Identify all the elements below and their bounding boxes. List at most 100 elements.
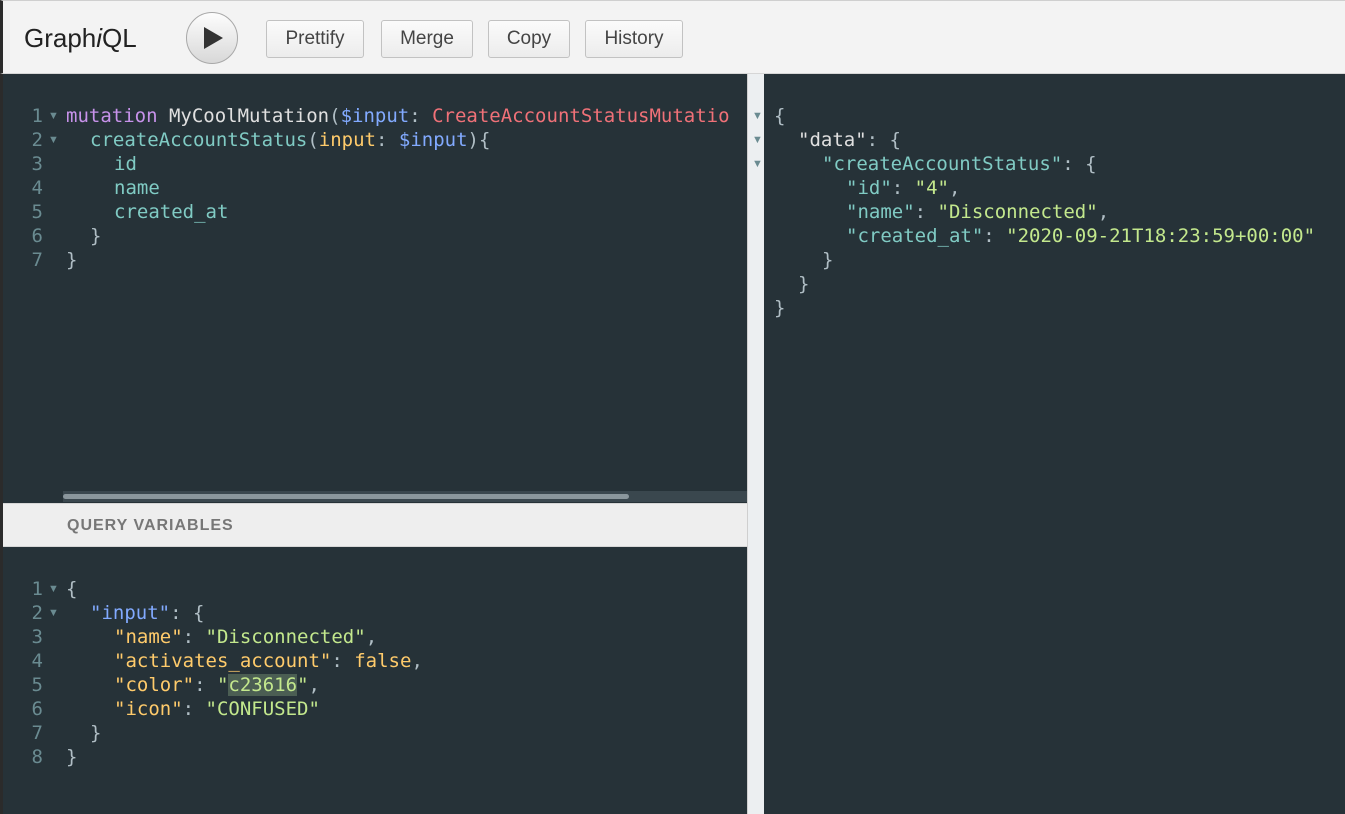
keyword: mutation <box>66 105 158 127</box>
punctuation: : <box>914 201 938 223</box>
pane-resize-handle[interactable]: ▼ ▼ ▼ <box>747 74 764 814</box>
variable: $input <box>398 129 468 151</box>
result-line: } <box>822 249 834 271</box>
line-number: 1 <box>31 105 43 127</box>
fold-arrow-icon[interactable]: ▼ <box>48 104 59 128</box>
punctuation: , <box>308 674 320 696</box>
history-button[interactable]: History <box>585 20 683 58</box>
punctuation: , <box>1097 201 1110 223</box>
punctuation: , <box>411 650 423 672</box>
fold-arrow-icon[interactable]: ▼ <box>48 577 59 601</box>
query-line: } <box>90 225 102 247</box>
punctuation: : <box>182 698 206 720</box>
line-number: 2 <box>31 602 43 624</box>
type-name: CreateAccountStatusMutatio <box>432 105 730 127</box>
punctuation: : { <box>866 129 901 151</box>
punctuation: : <box>983 225 1007 247</box>
fold-arrow-icon[interactable]: ▼ <box>48 601 59 625</box>
toolbar: GraphiQL Prettify Merge Copy History <box>0 0 1345 74</box>
punctuation: ( <box>329 105 341 127</box>
result-line: "data": { <box>798 128 901 152</box>
json-key: "color" <box>114 674 195 696</box>
scrollbar-thumb[interactable] <box>63 494 629 499</box>
punctuation: : <box>182 626 206 648</box>
result-pane: { "data": { "createAccountStatus": { "id… <box>764 74 1345 814</box>
json-key: "input" <box>90 602 171 624</box>
result-line: "createAccountStatus": { <box>822 152 1097 176</box>
result-line: } <box>774 297 786 319</box>
query-line: name <box>114 177 160 199</box>
selected-text: c23616 <box>228 674 298 696</box>
line-number: 3 <box>31 153 43 175</box>
json-key: "id" <box>846 177 892 199</box>
line-number: 6 <box>31 698 43 720</box>
horizontal-scrollbar[interactable] <box>63 491 747 502</box>
prettify-button[interactable]: Prettify <box>266 20 364 58</box>
variables-line: "activates_account": false, <box>114 649 423 673</box>
punctuation: : <box>376 129 399 151</box>
punctuation: ){ <box>467 129 491 151</box>
title-part: QL <box>102 23 137 53</box>
punctuation: : <box>409 105 433 127</box>
result-line: "created_at": "2020-09-21T18:23:59+00:00… <box>846 224 1315 248</box>
line-number: 6 <box>31 225 43 247</box>
copy-button[interactable]: Copy <box>488 20 570 58</box>
line-number: 5 <box>31 201 43 223</box>
line-number: 8 <box>31 746 43 768</box>
json-key: "name" <box>846 201 915 223</box>
line-number: 1 <box>31 578 43 600</box>
variables-line: "icon": "CONFUSED" <box>114 697 320 721</box>
query-line: createAccountStatus(input: $input){ <box>90 128 490 152</box>
quote: " <box>216 674 229 696</box>
json-string: "Disconnected" <box>937 201 1098 223</box>
json-string: "Disconnected" <box>205 626 366 648</box>
query-editor-pane[interactable]: 1 2 3 4 5 6 7 ▼ ▼ mutation MyCoolMutatio… <box>0 74 747 814</box>
json-key: "activates_account" <box>114 650 332 672</box>
punctuation: : <box>891 177 915 199</box>
variables-line: { <box>66 578 78 600</box>
line-number: 4 <box>31 177 43 199</box>
query-line: created_at <box>114 201 229 223</box>
json-key: "created_at" <box>846 225 984 247</box>
json-string: "2020-09-21T18:23:59+00:00" <box>1006 225 1316 247</box>
play-icon <box>204 27 223 49</box>
result-line: "name": "Disconnected", <box>846 200 1109 224</box>
result-line: } <box>798 273 810 295</box>
json-string: "CONFUSED" <box>205 698 320 720</box>
line-number: 4 <box>31 650 43 672</box>
query-line: id <box>114 153 137 175</box>
json-boolean: false <box>354 650 412 672</box>
json-key: "name" <box>114 626 183 648</box>
fold-arrow-icon[interactable]: ▼ <box>752 152 763 176</box>
json-key: "data" <box>798 129 867 151</box>
variable: $input <box>340 105 410 127</box>
variables-line: "input": { <box>90 601 204 625</box>
punctuation: : { <box>1062 153 1097 175</box>
execute-query-button[interactable] <box>186 12 238 64</box>
fold-arrow-icon[interactable]: ▼ <box>752 128 763 152</box>
fold-arrow-icon[interactable]: ▼ <box>752 104 763 128</box>
title-part: Graph <box>24 23 97 53</box>
punctuation: ( <box>307 129 319 151</box>
punctuation: : { <box>170 602 205 624</box>
result-line: "id": "4", <box>846 176 960 200</box>
line-number: 3 <box>31 626 43 648</box>
variables-line: "color": "c23616", <box>114 673 320 697</box>
variables-line: } <box>90 722 102 744</box>
punctuation: , <box>365 626 378 648</box>
field-name: createAccountStatus <box>90 129 308 151</box>
punctuation: , <box>948 177 961 199</box>
query-line: } <box>66 249 78 271</box>
quote: " <box>297 674 309 696</box>
punctuation: : <box>331 650 355 672</box>
merge-button[interactable]: Merge <box>381 20 473 58</box>
result-line: { <box>774 105 786 127</box>
query-line: mutation MyCoolMutation($input: CreateAc… <box>66 104 730 128</box>
query-variables-header[interactable]: QUERY VARIABLES <box>3 503 747 547</box>
line-number: 2 <box>31 129 43 151</box>
variables-line: } <box>66 746 78 768</box>
line-number: 5 <box>31 674 43 696</box>
line-number: 7 <box>31 722 43 744</box>
punctuation: : <box>194 674 217 696</box>
fold-arrow-icon[interactable]: ▼ <box>48 128 59 152</box>
